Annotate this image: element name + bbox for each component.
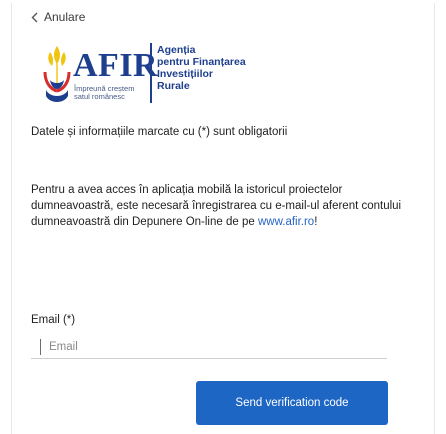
agency-name-line: Agenția <box>157 44 196 56</box>
text-cursor <box>40 339 41 355</box>
brand-wordmark: AFIR <box>73 47 159 84</box>
afir-logo: AFIR Împreună creștem satul românesc Age… <box>40 34 280 110</box>
brand-tagline: Împreună creștem satul românesc <box>74 84 135 101</box>
cancel-label: Anulare <box>44 10 86 24</box>
intro-suffix: ! <box>314 216 318 228</box>
email-label: Email (*) <box>31 314 76 326</box>
signup-page: Anulare AFIR Împreună creștem satul româ… <box>0 0 446 434</box>
send-verification-code-button[interactable]: Send verification code <box>196 381 388 425</box>
agency-name-line: Investițiilor <box>157 68 214 80</box>
email-field[interactable] <box>31 335 387 359</box>
agency-full-name: Agenția pentru Finanțarea Investițiilor … <box>157 44 246 92</box>
intro-paragraph: Pentru a avea acces în aplicația mobilă … <box>31 182 403 230</box>
intro-text: Pentru a avea acces în aplicația mobilă … <box>31 184 402 228</box>
chevron-left-icon <box>31 12 38 23</box>
agency-name-line: Rurale <box>157 80 190 92</box>
cancel-link[interactable]: Anulare <box>31 8 85 26</box>
wheat-emblem-icon <box>43 46 71 102</box>
required-fields-note: Datele și informațiile marcate cu (*) su… <box>31 126 288 138</box>
agency-name-line: pentru Finanțarea <box>157 56 246 68</box>
afir-website-link[interactable]: www.afir.ro <box>258 216 314 228</box>
logo-divider <box>150 43 152 103</box>
